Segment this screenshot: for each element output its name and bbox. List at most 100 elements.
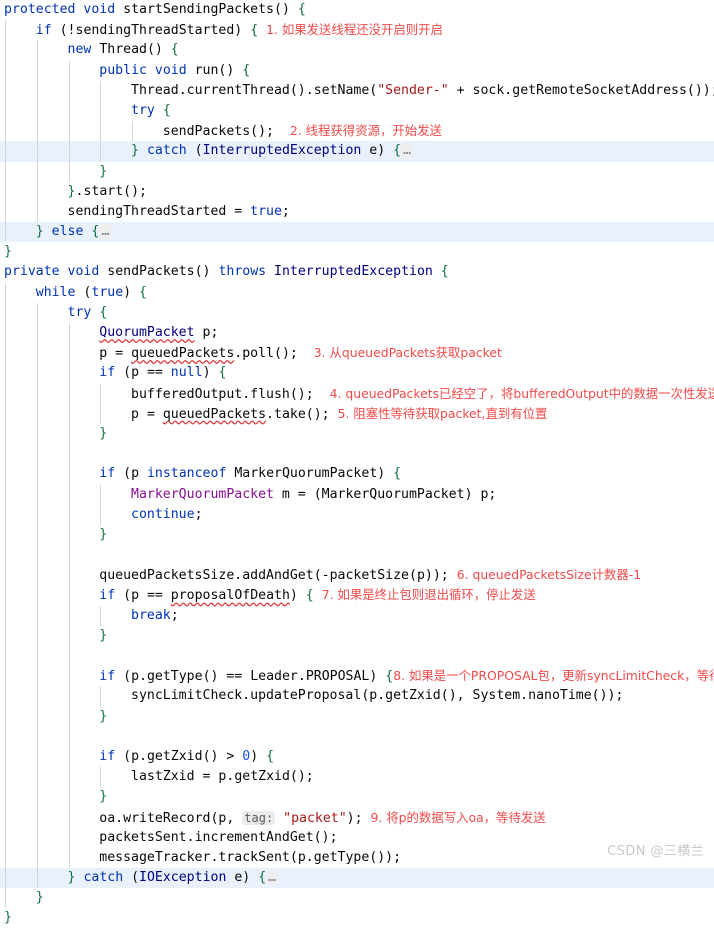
code-line[interactable]: if (p == proposalOfDeath) { 7. 如果是终止包则退出… <box>0 585 714 606</box>
token: oa <box>99 810 116 826</box>
token: if <box>99 669 116 685</box>
code-line-text: if (p.getType() == Leader.PROPOSAL) {8. … <box>0 666 714 686</box>
code-line[interactable]: continue; <box>0 504 714 525</box>
code-line[interactable]: sendingThreadStarted = true; <box>0 201 714 223</box>
token: = <box>289 486 314 502</box>
token: p <box>472 486 489 502</box>
token: ; <box>329 829 338 845</box>
token: PROPOSAL <box>305 669 370 685</box>
code-line[interactable]: if (!sendingThreadStarted) { 1. 如果发送线程还没… <box>0 20 714 41</box>
token: lastZxid <box>131 769 195 785</box>
code-line[interactable]: if (p.getType() == Leader.PROPOSAL) {8. … <box>0 666 714 687</box>
code-line[interactable]: } <box>0 908 714 928</box>
code-line[interactable]: p = queuedPackets.take(); 5. 阻塞性等待获取pack… <box>0 403 714 424</box>
code-line[interactable]: } <box>0 242 714 262</box>
token: 3. 从queuedPackets获取packet <box>313 345 502 361</box>
code-line[interactable]: while (true) { <box>0 282 714 303</box>
code-line[interactable]: } <box>0 524 714 546</box>
token: ; <box>170 607 179 623</box>
code-line[interactable]: } <box>0 888 714 909</box>
code-line[interactable]: if (p instanceof MarkerQuorumPacket) { <box>0 464 714 485</box>
code-line[interactable]: Thread.currentThread().setName("Sender-"… <box>0 80 714 101</box>
token: e <box>226 870 243 886</box>
code-line[interactable]: syncLimitCheck.updateProposal(p.getZxid(… <box>0 686 714 707</box>
code-line[interactable]: } <box>0 625 714 646</box>
code-line[interactable]: MarkerQuorumPacket m = (MarkerQuorumPack… <box>0 484 714 505</box>
code-line[interactable]: public void run() { <box>0 60 714 81</box>
code-line[interactable]: protected void startSendingPackets() { <box>0 0 714 20</box>
code-line[interactable] <box>0 444 714 465</box>
code-line[interactable] <box>0 545 714 566</box>
code-editor[interactable]: protected void startSendingPackets() { i… <box>0 0 714 925</box>
code-line[interactable]: } <box>0 787 714 808</box>
token: () <box>218 62 235 78</box>
code-line[interactable]: oa.writeRecord(p, tag: "packet"); 9. 将p的… <box>0 807 714 828</box>
token: 4. queuedPackets已经空了，将bufferedOutput中的数据… <box>329 385 714 401</box>
token: 8. 如果是一个PROPOSAL包，更新syncLimitCheck，等待回复 <box>393 668 714 684</box>
token: + <box>448 82 473 98</box>
code-line[interactable] <box>0 646 714 667</box>
token: ( <box>131 870 140 886</box>
token: () <box>146 42 163 58</box>
token: while <box>35 284 76 300</box>
code-line[interactable]: try { <box>0 302 714 323</box>
token: true <box>250 203 282 219</box>
code-line[interactable] <box>0 726 714 747</box>
code-line[interactable]: bufferedOutput.flush(); 4. queuedPackets… <box>0 383 714 404</box>
token: Leader <box>250 669 298 685</box>
code-line[interactable]: QuorumPacket p; <box>0 323 714 344</box>
code-line-text: } <box>0 525 714 545</box>
code-line[interactable]: p = queuedPackets.poll(); 3. 从queuedPack… <box>0 343 714 364</box>
token: . <box>186 829 195 845</box>
code-line[interactable]: } <box>0 706 714 727</box>
token: if <box>99 748 116 764</box>
token: queuedPackets <box>162 406 267 422</box>
code-line[interactable]: } <box>0 161 714 182</box>
token: . <box>139 669 147 685</box>
token: packetsSent <box>99 829 187 845</box>
code-line[interactable]: queuedPacketsSize.addAndGet(-packetSize(… <box>0 565 714 586</box>
token: } <box>99 425 108 441</box>
token: } <box>99 163 108 179</box>
code-line[interactable]: lastZxid = p.getZxid(); <box>0 767 714 788</box>
code-line[interactable]: try { <box>0 100 714 122</box>
code-line[interactable]: private void sendPackets() throws Interr… <box>0 262 714 282</box>
code-line-text: try { <box>0 303 714 323</box>
code-line-text: break; <box>0 606 714 626</box>
code-line[interactable]: sendPackets(); 2. 线程获得资源，开始发送 <box>0 121 714 142</box>
code-line[interactable]: if (p.getZxid() > 0) { <box>0 746 714 768</box>
token: p <box>416 568 425 584</box>
code-line[interactable]: } <box>0 423 714 445</box>
code-line[interactable]: } catch (IOException e) {… <box>0 868 714 889</box>
code-line[interactable]: }.start(); <box>0 181 714 202</box>
token: , <box>226 810 243 826</box>
code-line-text: } <box>0 908 714 928</box>
code-line[interactable]: if (p == null) { <box>0 363 714 384</box>
code-line-text: } catch (IOException e) {… <box>0 868 714 888</box>
code-line-text: } <box>0 424 714 444</box>
code-line-text: sendPackets(); 2. 线程获得资源，开始发送 <box>0 121 714 141</box>
token: )) <box>424 568 441 584</box>
token: try <box>67 304 92 320</box>
token: p <box>131 588 140 604</box>
code-line[interactable]: new Thread() { <box>0 40 714 61</box>
code-line[interactable]: break; <box>0 605 714 626</box>
code-line[interactable]: } catch (InterruptedException e) {… <box>0 141 714 162</box>
code-line[interactable]: } else {… <box>0 222 714 243</box>
token: { <box>393 143 402 159</box>
token: getType <box>146 669 203 685</box>
token: … <box>266 870 279 886</box>
